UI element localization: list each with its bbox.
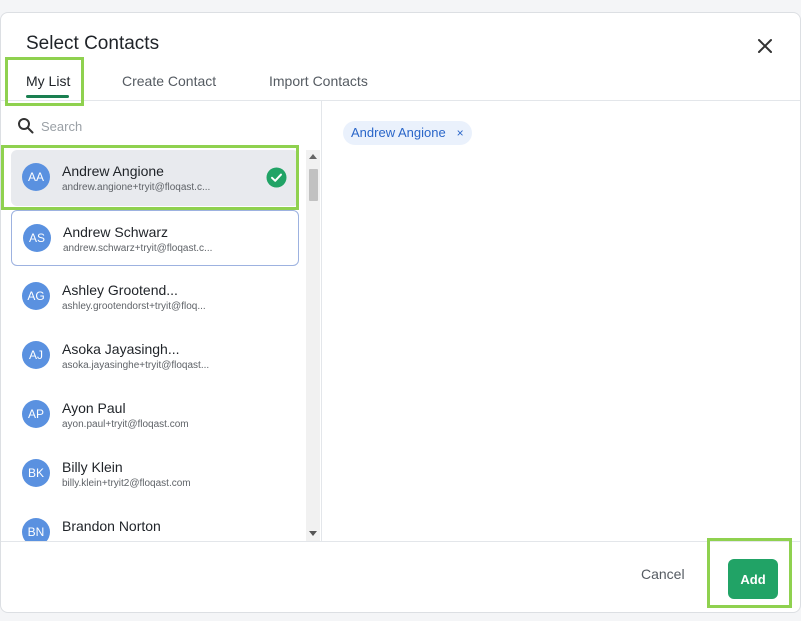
search-bar [1,101,321,151]
contacts-pane: AA Andrew Angione andrew.angione+tryit@f… [1,101,322,541]
contact-name: Andrew Angione [62,163,164,179]
contact-email: billy.klein+tryit2@floqast.com [62,478,191,489]
check-circle-icon [266,167,287,188]
close-icon [758,39,772,53]
contact-name: Asoka Jayasingh... [62,341,180,357]
contact-email: andrew.schwarz+tryit@floqast.c... [63,243,213,254]
avatar: AP [22,400,50,428]
contact-name: Billy Klein [62,459,123,475]
scroll-up-arrow-icon[interactable] [309,154,317,159]
contact-list-scrollbar[interactable] [306,150,320,541]
add-button[interactable]: Add [728,559,778,599]
avatar: BN [22,518,50,541]
tab-bar: My List Create Contact Import Contacts [1,65,800,101]
chip-remove-icon[interactable]: × [457,121,464,145]
contact-email: andrew.angione+tryit@floqast.c... [62,182,211,193]
tab-import-contacts[interactable]: Import Contacts [269,73,368,89]
tab-my-list[interactable]: My List [26,73,70,89]
contact-item-billy-klein[interactable]: BK Billy Klein billy.klein+tryit2@floqas… [11,446,299,502]
contact-item-andrew-schwarz[interactable]: AS Andrew Schwarz andrew.schwarz+tryit@f… [11,210,299,266]
contact-item-ayon-paul[interactable]: AP Ayon Paul ayon.paul+tryit@floqast.com [11,387,299,443]
search-input[interactable] [41,115,291,137]
contact-name: Ashley Grootend... [62,282,178,298]
contact-email: ayon.paul+tryit@floqast.com [62,419,189,430]
dialog-title: Select Contacts [26,33,160,54]
search-icon [18,118,34,134]
contact-list: AA Andrew Angione andrew.angione+tryit@f… [1,150,306,541]
contact-name: Brandon Norton [62,518,161,534]
avatar: AA [22,163,50,191]
contact-item-andrew-angione[interactable]: AA Andrew Angione andrew.angione+tryit@f… [11,150,299,206]
avatar: AS [23,224,51,252]
contact-email: asoka.jayasinghe+tryit@floqast... [62,360,210,371]
chip-label: Andrew Angione [351,125,446,140]
contact-item-asoka-jayasinghe[interactable]: AJ Asoka Jayasingh... asoka.jayasinghe+t… [11,328,299,384]
contact-name: Ayon Paul [62,400,126,416]
scroll-thumb[interactable] [309,169,318,201]
contact-item-brandon-norton[interactable]: BN Brandon Norton [11,505,299,541]
avatar: AJ [22,341,50,369]
tab-create-contact[interactable]: Create Contact [122,73,216,89]
selected-contact-chip: Andrew Angione × [343,121,472,145]
contact-name: Andrew Schwarz [63,224,169,240]
scroll-down-arrow-icon[interactable] [309,531,317,536]
avatar: BK [22,459,50,487]
active-tab-indicator [26,95,69,98]
close-button[interactable] [754,35,776,57]
selected-contacts-pane: Andrew Angione × [323,101,800,541]
contact-email: ashley.grootendorst+tryit@floq... [62,301,206,312]
cancel-button[interactable]: Cancel [641,566,685,582]
avatar: AG [22,282,50,310]
select-contacts-dialog: Select Contacts My List Create Contact I… [0,12,801,613]
dialog-footer: Cancel Add [1,541,800,612]
contact-item-ashley-grootendorst[interactable]: AG Ashley Grootend... ashley.grootendors… [11,269,299,325]
